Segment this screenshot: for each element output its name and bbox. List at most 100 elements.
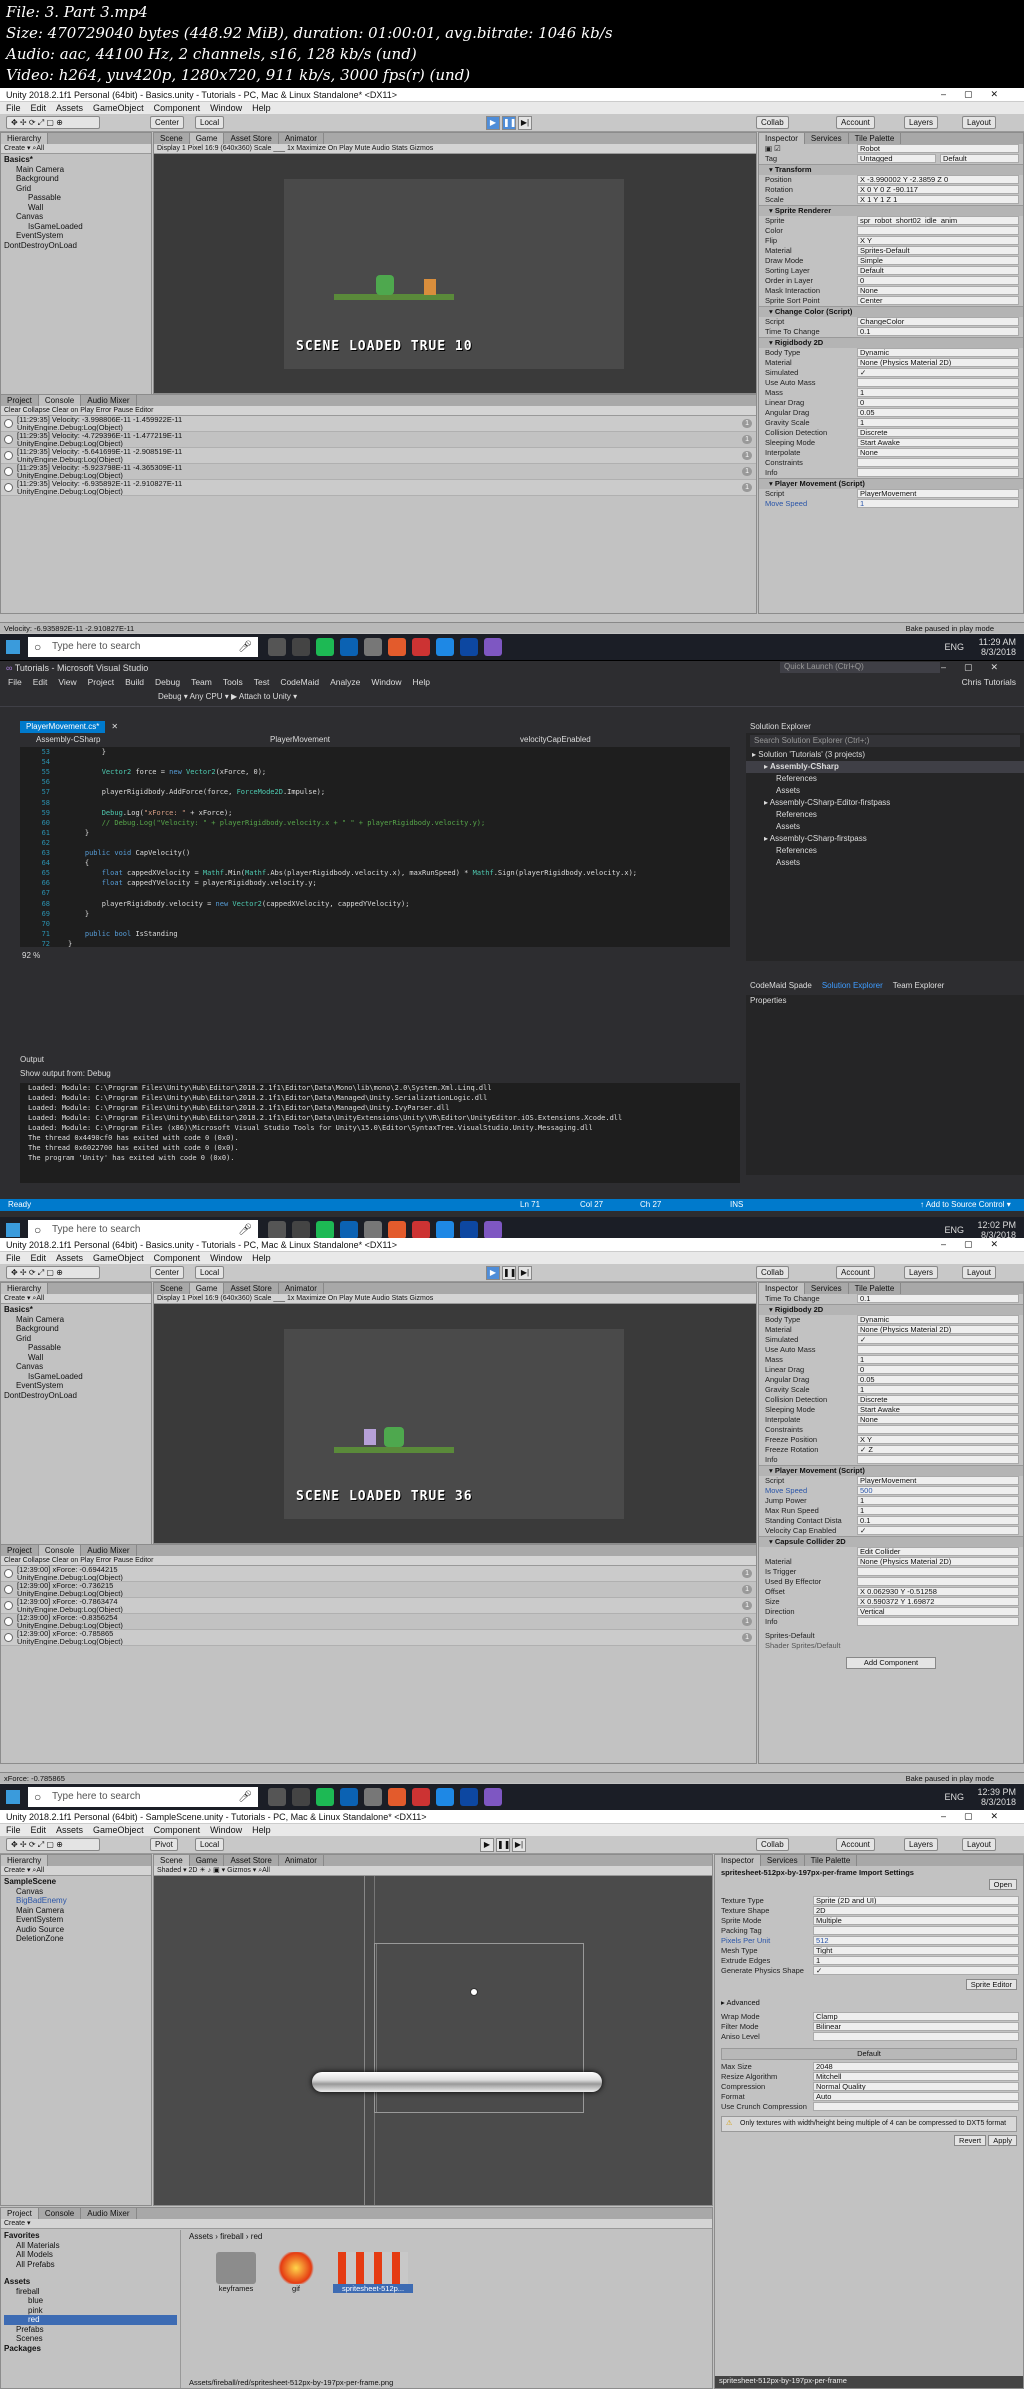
property-value[interactable]: Simple xyxy=(857,256,1019,265)
inspector-property[interactable]: Sleeping Mode Start Awake xyxy=(759,1405,1023,1415)
layout-dropdown[interactable]: Layout xyxy=(962,1838,997,1851)
play-button[interactable]: ▶ xyxy=(480,1838,494,1852)
local-toggle[interactable]: Local xyxy=(195,1838,225,1851)
menu-window[interactable]: Window xyxy=(371,677,401,687)
inspector-property[interactable]: Freeze Position X Y xyxy=(759,1435,1023,1445)
menu-file[interactable]: File xyxy=(8,677,22,687)
close-icon[interactable]: ✕ xyxy=(105,721,124,733)
hierarchy-search[interactable]: Create ▾ ⌕All xyxy=(1,1866,151,1876)
tree-item[interactable]: pink xyxy=(4,2306,177,2316)
inspector-property[interactable]: Mass 1 xyxy=(759,388,1023,398)
tree-item[interactable]: fireball xyxy=(4,2287,177,2297)
tab-hierarchy[interactable]: Hierarchy xyxy=(1,1855,49,1866)
class-dropdown[interactable]: PlayerMovement xyxy=(270,734,330,746)
inspector-property[interactable]: Aniso Level xyxy=(715,2032,1023,2042)
menu-edit[interactable]: Edit xyxy=(31,1253,47,1263)
inspector-property[interactable]: Use Auto Mass xyxy=(759,1345,1023,1355)
component-header[interactable]: ▾ Capsule Collider 2D xyxy=(759,1536,1023,1547)
code-line[interactable]: { xyxy=(68,858,89,868)
step-button[interactable]: ▶| xyxy=(512,1838,526,1852)
console-toolbar[interactable]: Clear Collapse Clear on Play Error Pause… xyxy=(1,1556,756,1566)
menu-component[interactable]: Component xyxy=(154,103,201,113)
output-source-dropdown[interactable]: Show output from: Debug xyxy=(20,1069,740,1081)
hierarchy-item[interactable]: Basics* xyxy=(4,155,148,165)
tab-console[interactable]: Console xyxy=(38,1545,82,1556)
tab-team-explorer[interactable]: Team Explorer xyxy=(893,981,945,993)
component-header[interactable]: ▾ Sprite Renderer xyxy=(759,205,1023,216)
property-value[interactable]: 1 xyxy=(857,1385,1019,1394)
hierarchy-item[interactable]: IsGameLoaded xyxy=(4,222,148,232)
code-line[interactable]: Vector2 force = new Vector2(xForce, 0); xyxy=(68,767,266,777)
component-header[interactable]: ▾ Player Movement (Script) xyxy=(759,1465,1023,1476)
tab-asset-store[interactable]: Asset Store xyxy=(224,133,279,144)
hierarchy-item[interactable]: Grid xyxy=(4,1334,148,1344)
inspector-property[interactable]: Constraints xyxy=(759,458,1023,468)
collab-button[interactable]: Collab xyxy=(756,116,789,129)
menu-team[interactable]: Team xyxy=(191,677,212,687)
tab-game[interactable]: Game xyxy=(189,1283,225,1294)
clock[interactable]: 11:29 AM 8/3/2018 xyxy=(979,637,1016,657)
console-row[interactable]: [12:39:00] xForce: -0.8356254 UnityEngine… xyxy=(1,1614,756,1630)
property-value[interactable]: Edit Collider xyxy=(857,1547,1019,1556)
inspector-property[interactable]: Linear Drag 0 xyxy=(759,1365,1023,1375)
inspector-property[interactable]: Direction Vertical xyxy=(759,1607,1023,1617)
debug-config[interactable]: Debug ▾ Any CPU ▾ ▶ Attach to Unity ▾ xyxy=(8,692,297,701)
tab-animator[interactable]: Animator xyxy=(279,1855,324,1866)
inspector-property[interactable]: Script ChangeColor xyxy=(759,317,1023,327)
tab-hierarchy[interactable]: Hierarchy xyxy=(1,1283,49,1294)
menu-gameobject[interactable]: GameObject xyxy=(93,1253,144,1263)
inspector-property[interactable]: Info xyxy=(759,1455,1023,1465)
pivot-toggle[interactable]: Pivot xyxy=(150,1838,178,1851)
property-value[interactable] xyxy=(857,1455,1019,1464)
windows-start-icon[interactable] xyxy=(6,640,20,654)
solution-node[interactable]: ▸ Assembly-CSharp xyxy=(746,761,1024,773)
hierarchy-item[interactable]: Main Camera xyxy=(4,165,148,175)
game-view-bar[interactable]: Display 1 Pixel 16:9 (640x360) Scale ___… xyxy=(154,144,756,154)
property-value[interactable]: None (Physics Material 2D) xyxy=(857,1325,1019,1334)
project-toolbar[interactable]: Create ▾ xyxy=(1,2219,712,2229)
tab-asset-store[interactable]: Asset Store xyxy=(224,1855,279,1866)
play-button[interactable]: ▶ xyxy=(486,1266,500,1280)
language-indicator[interactable]: ENG xyxy=(944,1225,964,1235)
property-value[interactable]: X 0.062930 Y -0.51258 xyxy=(857,1587,1019,1596)
inspector-property[interactable]: Flip X Y xyxy=(759,236,1023,246)
tree-item[interactable]: Prefabs xyxy=(4,2325,177,2335)
layers-dropdown[interactable]: Layers xyxy=(904,1266,939,1279)
property-value[interactable]: Mitchell xyxy=(813,2072,1019,2081)
tree-item[interactable]: red xyxy=(4,2315,177,2325)
property-value[interactable]: Default xyxy=(857,266,1019,275)
property-value[interactable]: 0.1 xyxy=(857,327,1019,336)
inspector-property[interactable]: Material None (Physics Material 2D) xyxy=(759,1557,1023,1567)
inspector-property[interactable]: Edit Collider xyxy=(759,1547,1023,1557)
asset-keyframes[interactable]: keyframes xyxy=(211,2252,261,2293)
taskbar-search[interactable]: ○ Type here to search 🎤︎ xyxy=(28,1787,258,1807)
property-value[interactable]: None xyxy=(857,448,1019,457)
apply-button[interactable]: Apply xyxy=(988,2135,1017,2146)
inspector-property[interactable]: Material None (Physics Material 2D) xyxy=(759,358,1023,368)
solution-node[interactable]: Assets xyxy=(746,821,1024,833)
inspector-property[interactable]: Velocity Cap Enabled ✓ xyxy=(759,1526,1023,1536)
property-value[interactable]: 0 xyxy=(857,276,1019,285)
property-value[interactable]: 0.05 xyxy=(857,408,1019,417)
inspector-property[interactable]: Sprite Mode Multiple xyxy=(715,1916,1023,1926)
menu-build[interactable]: Build xyxy=(125,677,144,687)
property-value[interactable]: Multiple xyxy=(813,1916,1019,1925)
property-value[interactable] xyxy=(857,1617,1019,1626)
hierarchy-item[interactable]: DontDestroyOnLoad xyxy=(4,1391,148,1401)
windows-start-icon[interactable] xyxy=(6,1790,20,1804)
tab-project[interactable]: Project xyxy=(1,1545,39,1556)
tab-console[interactable]: Console xyxy=(38,395,82,406)
layer-dropdown[interactable]: Default xyxy=(940,154,1019,163)
component-header[interactable]: ▾ Rigidbody 2D xyxy=(759,337,1023,348)
hierarchy-item[interactable]: Canvas xyxy=(4,1362,148,1372)
property-value[interactable]: Clamp xyxy=(813,2012,1019,2021)
solution-search[interactable]: Search Solution Explorer (Ctrl+;) xyxy=(750,735,1020,747)
hierarchy-item[interactable]: Main Camera xyxy=(4,1906,148,1916)
property-value[interactable]: None (Physics Material 2D) xyxy=(857,1557,1019,1566)
property-value[interactable]: X 0.590372 Y 1.69872 xyxy=(857,1597,1019,1606)
breadcrumb[interactable]: Assets › fireball › red xyxy=(189,2232,262,2241)
project-dropdown[interactable]: Assembly-CSharp xyxy=(36,734,100,746)
property-value[interactable]: None xyxy=(857,1415,1019,1424)
hierarchy-search[interactable]: Create ▾ ⌕All xyxy=(1,144,151,154)
platform-tab-default[interactable]: Default xyxy=(721,2048,1017,2060)
